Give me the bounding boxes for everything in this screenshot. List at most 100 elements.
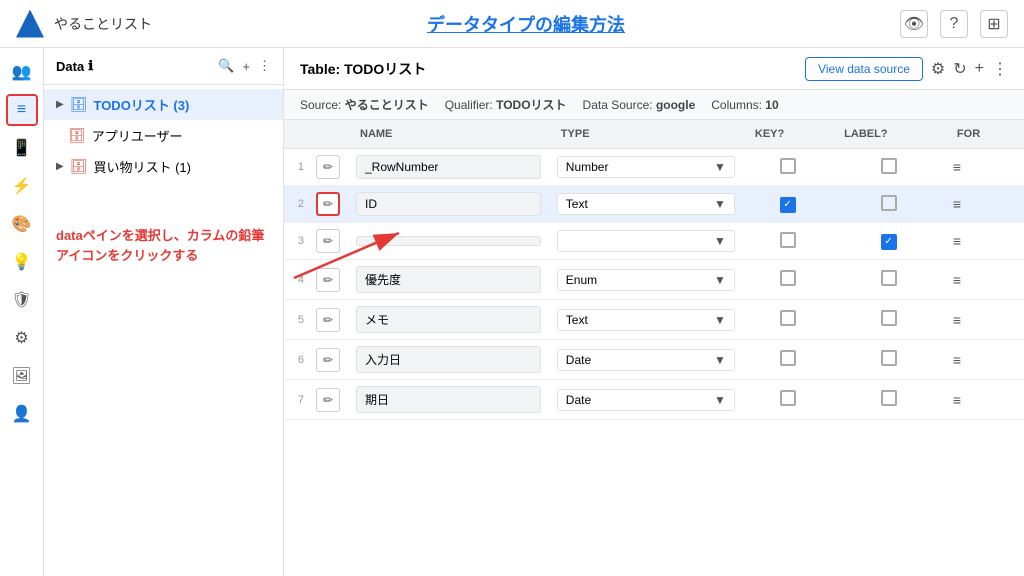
sidebar-icon-mobile[interactable]: 📱 xyxy=(6,132,38,164)
col-name: NAME xyxy=(348,120,549,149)
type-select[interactable]: ▼ xyxy=(557,230,735,252)
more-icon[interactable]: ≡ xyxy=(953,196,961,212)
type-select[interactable]: Text ▼ xyxy=(557,309,735,331)
field-name: 入力日 xyxy=(356,346,541,373)
for-cell: ≡ xyxy=(945,186,1024,223)
field-name-cell: ID xyxy=(348,186,549,223)
key-cell xyxy=(743,260,832,300)
edit-cell: ✏ xyxy=(308,186,348,223)
more-icon[interactable]: ≡ xyxy=(953,352,961,368)
app-logo xyxy=(16,10,44,38)
tree-item-todo[interactable]: ▶ 🗄 TODOリスト (3) xyxy=(44,89,283,120)
data-tree: ▶ 🗄 TODOリスト (3) 🗄 アプリユーザー ▶ 🗄 買い物リスト (1) xyxy=(44,85,283,186)
edit-button-highlighted[interactable]: ✏ xyxy=(316,192,340,216)
more-icon[interactable]: ⋮ xyxy=(992,59,1008,79)
label-checkbox[interactable] xyxy=(881,350,897,366)
label-checkbox[interactable] xyxy=(881,195,897,211)
data-source-label: Data Source: google xyxy=(583,98,696,112)
key-checkbox[interactable] xyxy=(780,310,796,326)
key-cell xyxy=(743,223,832,260)
tree-item-label: TODOリスト (3) xyxy=(93,95,271,114)
col-edit xyxy=(308,120,348,149)
tree-item-label-appuser: アプリユーザー xyxy=(92,126,271,145)
edit-button[interactable]: ✏ xyxy=(316,155,340,179)
help-icon[interactable]: ? xyxy=(940,10,968,38)
label-checkbox[interactable] xyxy=(881,390,897,406)
dropdown-arrow: ▼ xyxy=(714,273,726,287)
table-row: 6 ✏ 入力日 Date ▼ xyxy=(284,340,1024,380)
main-content: Table: TODOリスト View data source ⚙ ↻ + ⋮ … xyxy=(284,48,1024,576)
sidebar-icon-palette[interactable]: 🎨 xyxy=(6,208,38,240)
data-table: NAME TYPE KEY? LABEL? FOR 1 ✏ xyxy=(284,120,1024,420)
type-select[interactable]: Text ▼ xyxy=(557,193,735,215)
tree-item-shopping[interactable]: ▶ 🗄 買い物リスト (1) xyxy=(44,151,283,182)
for-cell: ≡ xyxy=(945,300,1024,340)
table-row: 7 ✏ 期日 Date ▼ xyxy=(284,380,1024,420)
top-header: やることリスト データタイプの編集方法 👁 ? ⊞ xyxy=(0,0,1024,48)
more-icon[interactable]: ≡ xyxy=(953,392,961,408)
more-icon[interactable]: ≡ xyxy=(953,233,961,249)
key-checkbox-checked[interactable]: ✓ xyxy=(780,197,796,213)
sidebar-icon-user[interactable]: 👤 xyxy=(6,398,38,430)
type-select[interactable]: Date ▼ xyxy=(557,389,735,411)
col-label: LABEL? xyxy=(832,120,945,149)
key-checkbox[interactable] xyxy=(780,350,796,366)
edit-button[interactable]: ✏ xyxy=(316,308,340,332)
preview-icon[interactable]: 👁 xyxy=(900,10,928,38)
type-select[interactable]: Number ▼ xyxy=(557,156,735,178)
edit-button[interactable]: ✏ xyxy=(316,348,340,372)
sidebar-icon-lightning[interactable]: ⚡ xyxy=(6,170,38,202)
field-name-cell: _RowNumber xyxy=(348,149,549,186)
type-value: Text xyxy=(566,313,588,327)
sidebar-icon-gear[interactable]: ⚙ xyxy=(6,322,38,354)
table-row: 2 ✏ ID Text ▼ xyxy=(284,186,1024,223)
sidebar-icon-image[interactable]: 🖼 xyxy=(6,360,38,392)
edit-button[interactable]: ✏ xyxy=(316,229,340,253)
label-checkbox[interactable] xyxy=(881,270,897,286)
for-cell: ≡ xyxy=(945,223,1024,260)
label-checkbox[interactable] xyxy=(881,310,897,326)
refresh-icon[interactable]: ↻ xyxy=(953,59,966,79)
grid-icon[interactable]: ⊞ xyxy=(980,10,1008,38)
type-cell: Enum ▼ xyxy=(549,260,743,300)
settings-icon[interactable]: ⚙ xyxy=(931,59,945,79)
edit-button[interactable]: ✏ xyxy=(316,268,340,292)
row-num: 3 xyxy=(284,223,308,260)
search-icon[interactable]: 🔍 xyxy=(218,58,234,74)
expand-icon: ▶ xyxy=(56,99,64,110)
more-options-icon[interactable]: ⋮ xyxy=(258,58,271,74)
key-checkbox[interactable] xyxy=(780,270,796,286)
source-label: Source: やることリスト xyxy=(300,96,429,113)
sidebar-icon-shield[interactable]: 🛡 xyxy=(6,284,38,316)
dropdown-arrow: ▼ xyxy=(714,353,726,367)
tree-item-appuser[interactable]: 🗄 アプリユーザー xyxy=(44,120,283,151)
more-icon[interactable]: ≡ xyxy=(953,272,961,288)
field-name: 優先度 xyxy=(356,266,541,293)
key-checkbox[interactable] xyxy=(780,232,796,248)
sidebar-icon-table[interactable]: ≡ xyxy=(6,94,38,126)
key-checkbox[interactable] xyxy=(780,390,796,406)
sidebar-icon-people[interactable]: 👥 xyxy=(6,56,38,88)
expand-icon-shopping: ▶ xyxy=(56,161,64,172)
data-pane-title: Data ℹ xyxy=(56,58,93,74)
type-value: Text xyxy=(566,197,588,211)
sidebar-icon-bulb[interactable]: 💡 xyxy=(6,246,38,278)
annotation-text: dataペインを選択し、カラムの鉛筆アイコンをクリックする xyxy=(56,226,271,265)
key-cell xyxy=(743,300,832,340)
key-cell: ✓ xyxy=(743,186,832,223)
more-icon[interactable]: ≡ xyxy=(953,159,961,175)
more-icon[interactable]: ≡ xyxy=(953,312,961,328)
row-num: 4 xyxy=(284,260,308,300)
type-select[interactable]: Enum ▼ xyxy=(557,269,735,291)
dropdown-arrow: ▼ xyxy=(714,197,726,211)
edit-button[interactable]: ✏ xyxy=(316,388,340,412)
type-cell: ▼ xyxy=(549,223,743,260)
label-checkbox[interactable] xyxy=(881,158,897,174)
add-icon[interactable]: + xyxy=(242,59,250,74)
view-data-source-button[interactable]: View data source xyxy=(805,57,923,81)
type-select[interactable]: Date ▼ xyxy=(557,349,735,371)
label-checkbox-checked[interactable]: ✓ xyxy=(881,234,897,250)
type-cell: Date ▼ xyxy=(549,380,743,420)
add-column-icon[interactable]: + xyxy=(975,60,984,78)
key-checkbox[interactable] xyxy=(780,158,796,174)
